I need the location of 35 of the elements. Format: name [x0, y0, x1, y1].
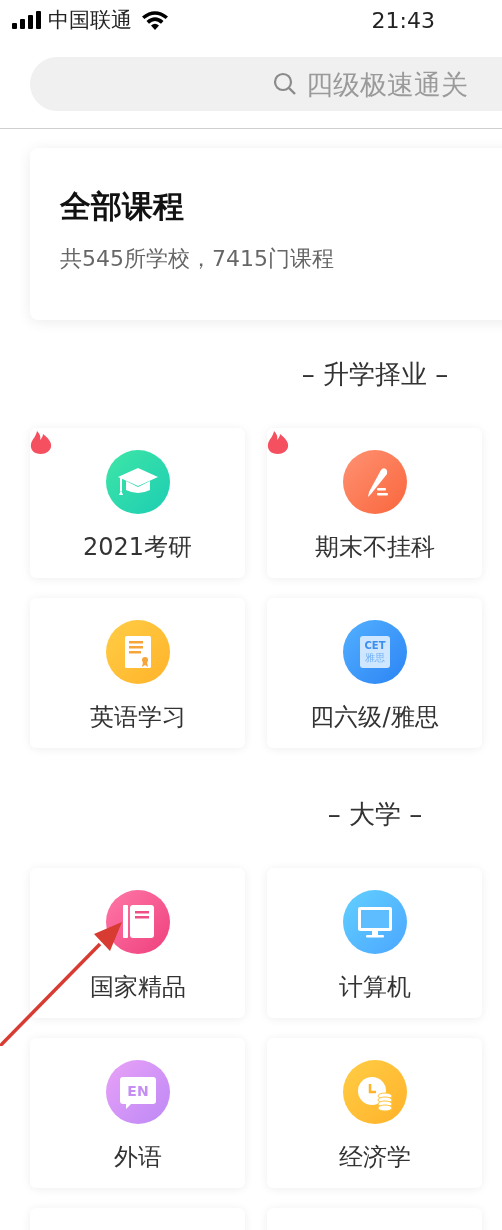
category-label: 经济学 — [338, 1142, 411, 1173]
category-card[interactable]: 2021考研 — [30, 428, 245, 578]
carrier-name: 中国联通 — [48, 7, 132, 34]
search-icon — [272, 71, 298, 97]
category-card[interactable]: 经济学 — [267, 1038, 482, 1188]
category-card[interactable]: 英语学习 — [30, 598, 245, 748]
category-card[interactable]: CET 雅思 四六级/雅思 — [267, 598, 482, 748]
certificate-icon — [105, 620, 170, 684]
category-card[interactable]: EN 外语 — [30, 1038, 245, 1188]
section-title: – 大学 – — [327, 797, 423, 831]
category-label: 英语学习 — [89, 702, 186, 733]
speech-bubble-icon: EN — [105, 1060, 170, 1124]
clock-coins-icon — [342, 1060, 407, 1124]
category-card[interactable]: 计算机 — [267, 868, 482, 1018]
all-courses-card[interactable]: 全部课程 共545所学校，7415门课程 — [30, 148, 502, 320]
category-label: 2021考研 — [82, 532, 193, 563]
graduation-cap-icon — [105, 450, 170, 514]
section-title: – 升学择业 – — [301, 357, 449, 391]
search-field[interactable]: 四级极速通关 — [30, 57, 502, 111]
book-icon — [105, 890, 170, 954]
signal-icon — [12, 11, 42, 29]
category-label: 国家精品 — [89, 972, 186, 1003]
wifi-icon — [142, 10, 168, 30]
card-title: 全部课程 — [60, 187, 185, 226]
category-label: 外语 — [113, 1142, 162, 1173]
category-label: 计算机 — [338, 972, 411, 1003]
category-card[interactable]: 国家精品 — [30, 868, 245, 1018]
pencil-icon — [342, 450, 407, 514]
cet-book-icon: CET 雅思 — [342, 620, 407, 684]
category-card[interactable]: 期末不挂科 — [267, 428, 482, 578]
monitor-icon — [342, 890, 407, 954]
category-label: 四六级/雅思 — [310, 702, 439, 733]
category-label: 期末不挂科 — [314, 532, 435, 563]
card-subtitle: 共545所学校，7415门课程 — [60, 245, 335, 273]
clock-time: 21:43 — [371, 7, 435, 33]
